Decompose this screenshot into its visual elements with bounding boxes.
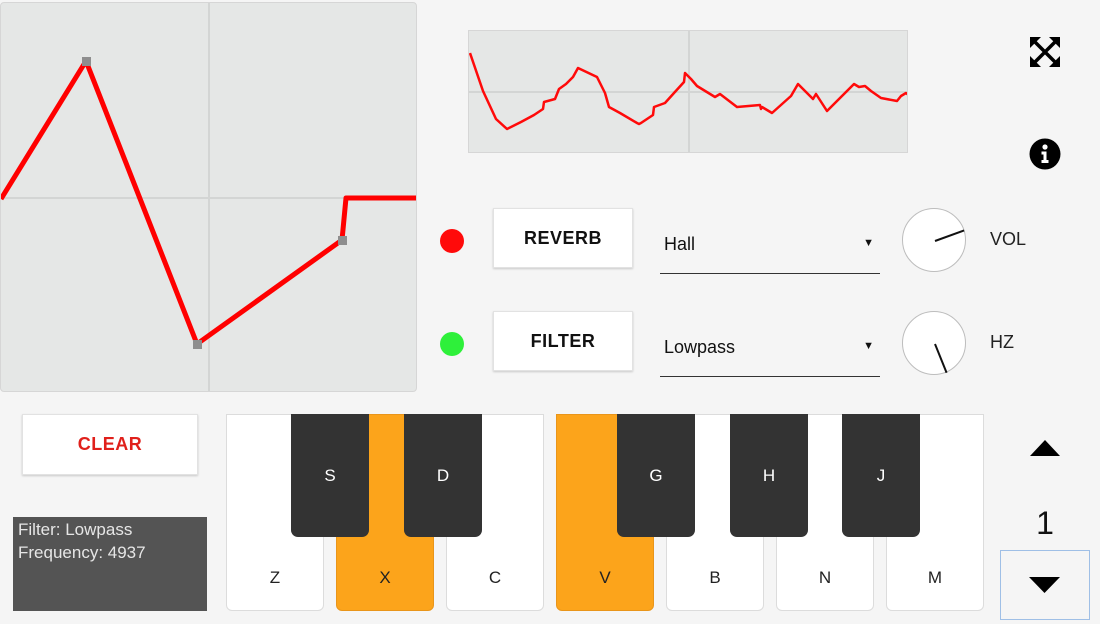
- piano-key-h[interactable]: H: [730, 414, 808, 537]
- piano-key-d[interactable]: D: [404, 414, 482, 537]
- chevron-down-icon: ▼: [863, 237, 874, 249]
- reverb-button[interactable]: REVERB: [493, 208, 633, 268]
- waveform-handle: [82, 57, 91, 66]
- key-label: D: [436, 466, 450, 485]
- key-label: M: [927, 568, 943, 587]
- volume-knob-indicator: [934, 229, 965, 242]
- octave-down-button[interactable]: [1000, 550, 1090, 620]
- filter-status-led: [440, 332, 464, 356]
- filter-button[interactable]: FILTER: [493, 311, 633, 371]
- key-label: X: [379, 568, 391, 587]
- waveform-editor[interactable]: [0, 2, 417, 392]
- frequency-status-text: Frequency: 4937: [18, 543, 146, 562]
- waveform-canvas[interactable]: [1, 3, 417, 392]
- reverb-type-select[interactable]: Hall ▼: [660, 212, 880, 274]
- oscilloscope-display: [468, 30, 908, 153]
- frequency-knob[interactable]: [902, 311, 966, 375]
- octave-number: 1: [1036, 505, 1054, 541]
- key-label: C: [488, 568, 502, 587]
- clear-button[interactable]: CLEAR: [22, 414, 198, 475]
- info-icon[interactable]: [1029, 138, 1061, 170]
- reverb-type-value: Hall: [664, 234, 696, 254]
- fullscreen-icon[interactable]: [1028, 35, 1062, 69]
- piano-key-s[interactable]: S: [291, 414, 369, 537]
- waveform-handle: [338, 236, 347, 245]
- frequency-knob-indicator: [934, 343, 948, 374]
- key-label: G: [649, 466, 663, 485]
- key-label: B: [709, 568, 721, 587]
- volume-knob[interactable]: [902, 208, 966, 272]
- piano-key-j[interactable]: J: [842, 414, 920, 537]
- key-label: Z: [269, 568, 281, 587]
- key-label: S: [324, 466, 336, 485]
- chevron-down-icon: ▼: [863, 340, 874, 352]
- oscilloscope-canvas: [469, 31, 907, 152]
- frequency-label: HZ: [990, 332, 1014, 352]
- key-label: V: [599, 568, 611, 587]
- key-label: H: [762, 466, 776, 485]
- triangle-up-icon[interactable]: [1028, 437, 1062, 459]
- filter-status-text: Filter: Lowpass: [18, 520, 133, 539]
- filter-type-value: Lowpass: [664, 337, 736, 357]
- triangle-down-icon: [1029, 577, 1060, 593]
- filter-type-select[interactable]: Lowpass ▼: [660, 315, 880, 377]
- key-label: N: [818, 568, 832, 587]
- piano-key-g[interactable]: G: [617, 414, 695, 537]
- waveform-handle: [193, 340, 202, 349]
- reverb-status-led: [440, 229, 464, 253]
- status-readout: Filter: Lowpass Frequency: 4937: [13, 517, 207, 611]
- key-label: J: [876, 466, 886, 485]
- volume-label: VOL: [990, 229, 1027, 249]
